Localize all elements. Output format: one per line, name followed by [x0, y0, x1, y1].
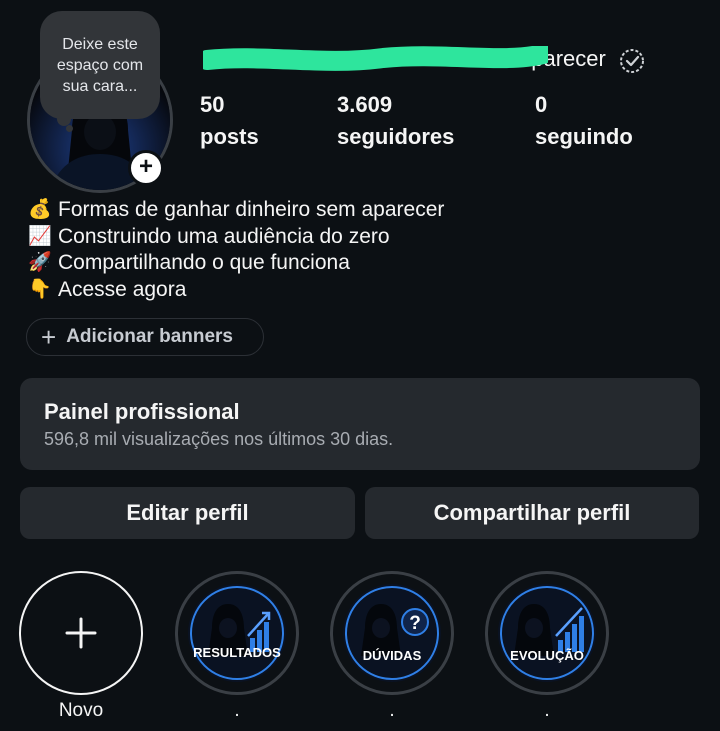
new-highlight-button[interactable] — [19, 571, 143, 695]
highlight-results[interactable]: RESULTADOS — [175, 571, 299, 695]
stat-followers[interactable]: 3.609 seguidores — [337, 92, 454, 150]
panel-subtitle: 596,8 mil visualizações nos últimos 30 d… — [44, 429, 394, 449]
hooded-figure-question-icon: ? — [343, 584, 441, 682]
bio-text: Construindo uma audiência do zero — [58, 224, 390, 248]
professional-dashboard-card[interactable]: Painel profissional 596,8 mil visualizaç… — [20, 378, 700, 470]
bio-text: Formas de ganhar dinheiro sem aparecer — [58, 198, 445, 221]
panel-title: Painel profissional — [44, 399, 240, 424]
edit-profile-button[interactable]: Editar perfil — [20, 487, 355, 539]
hooded-figure-growth-icon — [498, 584, 596, 682]
stat-followers-label: seguidores — [337, 124, 455, 149]
profile-bio: 💰 Formas de ganhar dinheiro sem aparecer… — [28, 197, 444, 303]
stat-following-value: 0 — [535, 92, 548, 117]
note-bubble[interactable]: Deixe este espaço com sua cara... — [40, 11, 160, 119]
money-bag-icon: 💰 — [28, 199, 52, 220]
highlight-cover-text: EVOLUÇÃO — [510, 648, 584, 663]
highlight-doubts[interactable]: ? DÚVIDAS — [330, 571, 454, 695]
rocket-icon: 🚀 — [28, 252, 52, 273]
highlight-label: . — [544, 700, 550, 721]
highlight-cover-text: RESULTADOS — [193, 645, 281, 660]
highlight-label: . — [234, 700, 240, 721]
highlight-label-new: Novo — [58, 700, 104, 721]
highlight-cover — [188, 584, 286, 682]
note-text: Deixe este espaço com sua cara... — [56, 35, 144, 95]
stat-followers-value: 3.609 — [337, 92, 393, 117]
chart-increasing-icon: 📈 — [28, 225, 52, 247]
add-story-plus-icon[interactable]: + — [128, 150, 164, 186]
bio-line: 🚀 Compartilhando o que funciona — [28, 250, 444, 277]
add-banners-button[interactable]: + Adicionar banners — [26, 318, 264, 356]
stat-posts[interactable]: 50 posts — [200, 92, 259, 150]
bio-line: 👇 Acesse agora — [28, 277, 444, 304]
edit-profile-label: Editar perfil — [126, 500, 249, 525]
stat-posts-value: 50 — [200, 92, 225, 117]
share-profile-button[interactable]: Compartilhar perfil — [365, 487, 699, 539]
add-banners-label: Adicionar banners — [66, 326, 234, 347]
bio-line: 📈 Construindo uma audiência do zero — [28, 224, 444, 251]
share-profile-label: Compartilhar perfil — [433, 500, 631, 525]
redaction-scribble — [203, 46, 548, 71]
note-bubble-tail-small — [66, 125, 73, 132]
stat-following-label: seguindo — [535, 124, 633, 149]
svg-text:?: ? — [409, 613, 421, 634]
bio-text: Acesse agora — [58, 277, 187, 301]
verified-badge-icon — [620, 49, 644, 73]
stat-posts-label: posts — [200, 124, 259, 149]
stat-following[interactable]: 0 seguindo — [535, 92, 633, 150]
bio-line: 💰 Formas de ganhar dinheiro sem aparecer — [28, 197, 444, 224]
plus-icon — [65, 617, 97, 649]
highlight-cover — [498, 584, 596, 682]
highlight-evolution[interactable]: EVOLUÇÃO — [485, 571, 609, 695]
highlight-cover: ? — [343, 584, 441, 682]
highlight-cover-text: DÚVIDAS — [362, 648, 422, 663]
pointing-down-icon: 👇 — [28, 278, 52, 300]
bio-text: Compartilhando o que funciona — [58, 251, 350, 274]
hooded-figure-chart-icon — [188, 584, 286, 682]
plus-icon: + — [41, 322, 57, 352]
highlight-label: . — [389, 700, 395, 721]
